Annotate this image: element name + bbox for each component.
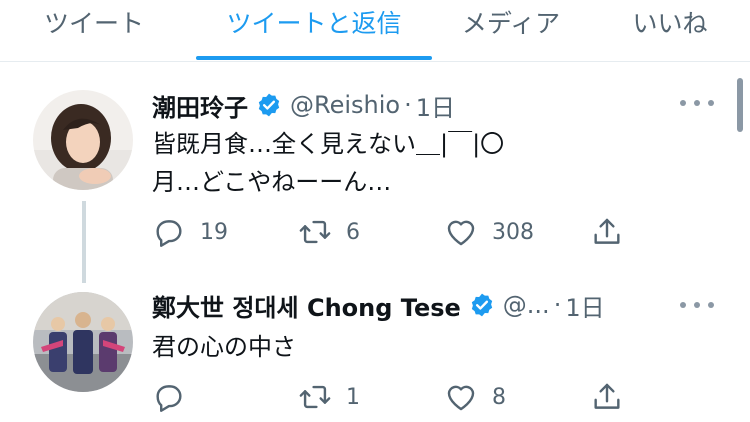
tweet-header: 潮田玲子 @Reishio · 1日	[152, 88, 455, 122]
retweet-count: 1	[346, 384, 360, 410]
heart-icon	[447, 220, 475, 246]
share-icon	[594, 218, 620, 244]
tweet-text-line: 皆既月食…全く見えない＿|￣|〇	[152, 130, 505, 158]
retweet-button[interactable]: 6	[298, 212, 360, 252]
like-button[interactable]: 308	[444, 212, 534, 252]
tweet-actions: 19 6 308	[152, 212, 632, 252]
tweet-actions: 1 8	[152, 377, 632, 417]
tweet-text-line: 月…どこやねーーん…	[152, 168, 392, 196]
share-icon	[594, 383, 620, 409]
thread-connector-line	[82, 201, 86, 283]
reply-button[interactable]	[152, 377, 200, 417]
active-tab-indicator	[196, 56, 432, 60]
more-options-icon[interactable]	[680, 98, 714, 108]
like-count: 8	[492, 384, 506, 410]
retweet-icon	[299, 385, 331, 409]
tweet-text: 君の心の中さ	[152, 328, 296, 366]
share-button[interactable]	[590, 212, 624, 252]
separator-dot: ·	[404, 91, 412, 119]
retweet-icon	[299, 220, 331, 244]
reply-button[interactable]: 19	[152, 212, 228, 252]
display-name[interactable]: 鄭大世 정대세 Chong Tese	[152, 288, 461, 323]
avatar[interactable]	[33, 90, 133, 190]
avatar-photo-icon	[33, 292, 133, 392]
profile-tabs: ツイート ツイートと返信 メディア いいね	[0, 0, 750, 62]
like-count: 308	[492, 219, 534, 245]
user-handle[interactable]: @...	[503, 291, 550, 319]
retweet-button[interactable]: 1	[298, 377, 360, 417]
reply-icon	[156, 385, 182, 412]
heart-icon	[447, 385, 475, 411]
retweet-count: 6	[346, 219, 360, 245]
tweet-timestamp[interactable]: 1日	[416, 88, 455, 123]
tab-tweets-and-replies[interactable]: ツイートと返信	[196, 0, 432, 62]
user-handle[interactable]: @Reishio	[290, 91, 400, 119]
separator-dot: ·	[553, 291, 562, 319]
more-options-icon[interactable]	[680, 300, 714, 310]
tweet-text: 皆既月食…全く見えない＿|￣|〇 月…どこやねーーん…	[152, 125, 504, 201]
avatar[interactable]	[33, 292, 133, 392]
tweet-header: 鄭大世 정대세 Chong Tese @... · 1日	[152, 288, 605, 322]
verified-badge-icon	[258, 93, 280, 117]
avatar-photo-icon	[33, 90, 133, 190]
tab-likes[interactable]: いいね	[610, 0, 730, 62]
tweet-text-line: 君の心の中さ	[152, 333, 296, 361]
tweet-timestamp[interactable]: 1日	[565, 288, 604, 323]
display-name[interactable]: 潮田玲子	[152, 88, 248, 123]
scrollbar[interactable]	[737, 78, 743, 132]
reply-icon	[156, 220, 182, 247]
like-button[interactable]: 8	[444, 377, 506, 417]
reply-count: 19	[200, 219, 228, 245]
tab-media[interactable]: メディア	[446, 0, 576, 62]
verified-badge-icon	[471, 293, 492, 317]
share-button[interactable]	[590, 377, 624, 417]
tab-tweets[interactable]: ツイート	[24, 0, 164, 62]
